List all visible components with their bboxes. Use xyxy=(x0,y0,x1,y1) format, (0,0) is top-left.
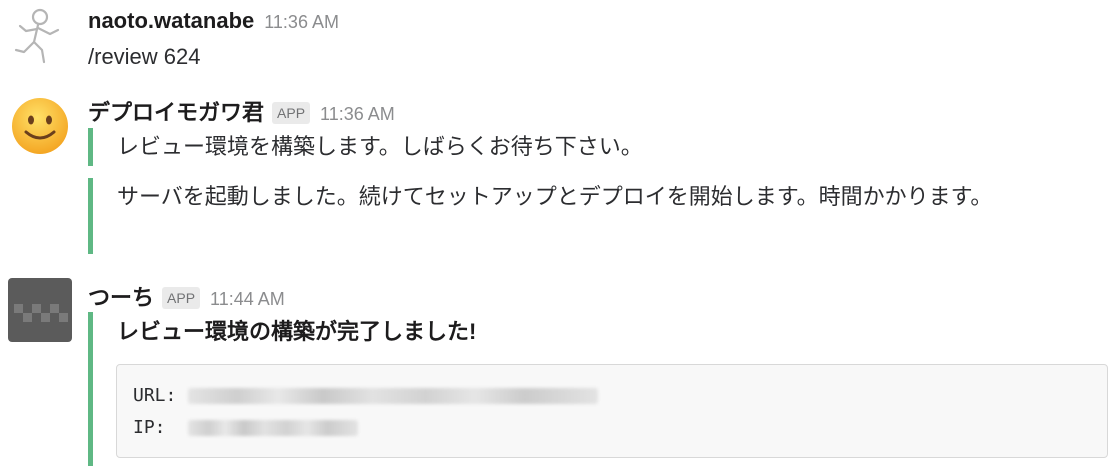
running-person-icon[interactable] xyxy=(8,4,72,68)
url-line: URL: xyxy=(133,385,599,406)
attachment-text: レビュー環境を構築します。しばらくお待ち下さい。 xyxy=(117,134,643,159)
attachment-text: サーバを起動しました。続けてセットアップとデプロイを開始します。時間かかります。 xyxy=(117,184,993,209)
smiley-emoji-icon[interactable] xyxy=(8,92,72,156)
message-tsuchi-bot: つーち APP 11:44 AM レビュー環境の構築が完了しました! URL: … xyxy=(0,270,1120,472)
ip-label: IP: xyxy=(133,417,166,438)
sender-name[interactable]: つーち xyxy=(88,280,154,312)
timestamp[interactable]: 11:36 AM xyxy=(264,12,339,33)
message-header: デプロイモガワ君 APP 11:36 AM xyxy=(88,95,395,127)
app-badge: APP xyxy=(272,102,311,124)
attachment-1: レビュー環境を構築します。しばらくお待ち下さい。 xyxy=(88,128,1093,166)
timestamp[interactable]: 11:36 AM xyxy=(320,104,395,125)
sender-name[interactable]: デプロイモガワ君 xyxy=(88,95,264,127)
message-naoto: naoto.watanabe 11:36 AM /review 624 xyxy=(0,0,1120,80)
redacted-ip xyxy=(187,419,358,436)
timestamp[interactable]: 11:44 AM xyxy=(210,289,285,310)
message-header: つーち APP 11:44 AM xyxy=(88,280,285,312)
message-deploy-bot: デプロイモガワ君 APP 11:36 AM レビュー環境を構築します。しばらくお… xyxy=(0,88,1120,268)
code-block: URL: IP: xyxy=(116,364,1108,458)
attachment-title: レビュー環境の構築が完了しました! xyxy=(117,319,477,344)
ip-line: IP: xyxy=(133,417,358,438)
message-header: naoto.watanabe 11:36 AM xyxy=(88,8,339,34)
message-text: /review 624 xyxy=(88,44,201,69)
app-badge: APP xyxy=(162,287,201,309)
redacted-url xyxy=(188,387,599,404)
url-label: URL: xyxy=(133,385,177,406)
checker-pattern-icon[interactable] xyxy=(8,278,72,342)
sender-name[interactable]: naoto.watanabe xyxy=(88,8,254,34)
attachment-2: サーバを起動しました。続けてセットアップとデプロイを開始します。時間かかります。 xyxy=(88,178,1093,254)
